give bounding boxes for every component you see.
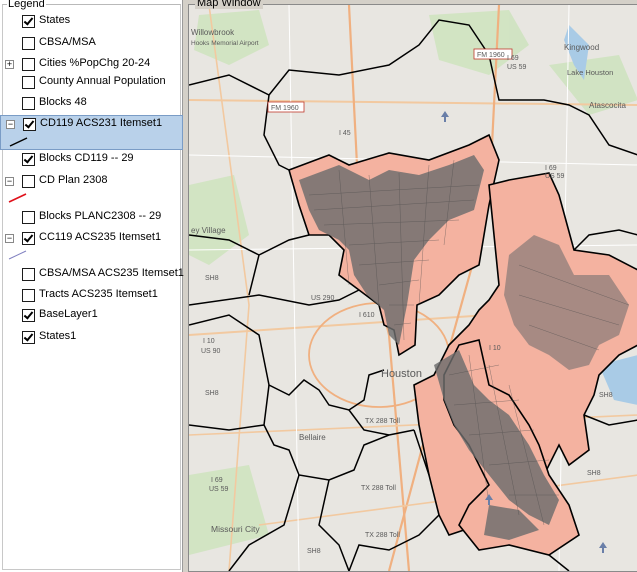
layer-checkbox[interactable] (22, 232, 35, 245)
layer-checkbox[interactable] (22, 76, 35, 89)
road-label-us59: US 59 (209, 486, 229, 493)
collapse-icon[interactable]: − (6, 120, 15, 129)
layer-row-cd-plan-2308[interactable]: − CD Plan 2308 (0, 173, 183, 207)
road-label-tx288: TX 288 Toll (365, 418, 400, 425)
layer-label: BaseLayer1 (39, 308, 98, 320)
layer-row-states[interactable]: States (0, 13, 183, 31)
road-label-us90: US 90 (201, 348, 221, 355)
airport-label: Hooks Memorial Airport (191, 40, 259, 47)
layer-label: CD119 ACS231 Itemset1 (40, 117, 163, 129)
place-label-bellaire: Bellaire (299, 433, 326, 442)
road-label-fm1960: FM 1960 (271, 105, 299, 112)
layer-label: CC119 ACS235 Itemset1 (39, 231, 162, 243)
layer-checkbox[interactable] (22, 211, 35, 224)
layer-row-cbsa-msa-acs235[interactable]: CBSA/MSA ACS235 Itemset1 (0, 266, 184, 284)
road-label-sh8: SH8 (205, 390, 219, 397)
line-swatch-icon (8, 250, 27, 260)
place-label-atascocita: Atascocita (589, 101, 626, 110)
layer-label: States1 (39, 330, 77, 342)
legend-title: Legend (7, 0, 46, 10)
layer-row-blocks-planc2308[interactable]: Blocks PLANC2308 -- 29 (0, 209, 183, 227)
layer-row-states1[interactable]: States1 (0, 329, 183, 347)
layer-label: CBSA/MSA ACS235 Itemset1 (39, 267, 184, 279)
layer-row-cities-popchg[interactable]: + Cities %PopChg 20-24 (0, 56, 183, 74)
line-swatch-icon (8, 193, 27, 203)
layer-row-baselayer1[interactable]: BaseLayer1 (0, 307, 183, 325)
layer-label: Blocks CD119 -- 29 (39, 152, 134, 164)
layer-checkbox[interactable] (22, 37, 35, 50)
layer-checkbox[interactable] (22, 58, 35, 71)
road-label-i69: I 69 (545, 165, 557, 172)
layer-checkbox[interactable] (23, 118, 36, 131)
expand-icon[interactable]: + (5, 60, 14, 69)
layer-row-cbsa-msa[interactable]: CBSA/MSA (0, 35, 183, 53)
layer-label: Tracts ACS235 Itemset1 (39, 288, 158, 300)
layer-row-county-population[interactable]: County Annual Population (0, 74, 183, 92)
layer-checkbox[interactable] (22, 175, 35, 188)
place-label-houston: Houston (381, 368, 422, 380)
map-window: Map Window Willowbrook Hooks Memorial Ai… (186, 0, 637, 572)
layer-row-blocks-48[interactable]: Blocks 48 (0, 95, 183, 113)
layer-label: CD Plan 2308 (39, 174, 108, 186)
place-label-missouri-city: Missouri City (211, 524, 260, 534)
layer-row-cd119-acs231[interactable]: − CD119 ACS231 Itemset1 (0, 115, 183, 150)
layer-checkbox[interactable] (22, 97, 35, 110)
road-label-us290: US 290 (311, 295, 334, 302)
place-label-village: ey Village (191, 226, 226, 235)
road-label-i45: I 45 (339, 130, 351, 137)
place-label-kingwood: Kingwood (564, 43, 599, 52)
road-label-fm1960: FM 1960 (477, 52, 505, 59)
road-label-i610: I 610 (359, 312, 375, 319)
road-label-sh8: SH8 (599, 392, 613, 399)
map-svg[interactable]: Willowbrook Hooks Memorial Airport Kingw… (189, 5, 637, 571)
road-label-us59: US 59 (507, 64, 527, 71)
map-window-title: Map Window (195, 0, 263, 9)
road-label-sh8: SH8 (307, 548, 321, 555)
layer-label: Blocks 48 (39, 96, 87, 108)
road-label-i69: I 69 (211, 477, 223, 484)
layer-label: States (39, 14, 71, 26)
road-label-us59: US 59 (545, 173, 565, 180)
layer-checkbox[interactable] (22, 268, 35, 281)
layer-checkbox[interactable] (22, 309, 35, 322)
layer-row-cc119-acs235[interactable]: − CC119 ACS235 Itemset1 (0, 230, 183, 264)
layer-row-tracts-acs235[interactable]: Tracts ACS235 Itemset1 (0, 287, 183, 305)
road-label-tx288: TX 288 Toll (365, 532, 400, 539)
layer-checkbox[interactable] (22, 289, 35, 302)
road-label-i10: I 10 (489, 345, 501, 352)
layer-checkbox[interactable] (22, 15, 35, 28)
place-label-lake-houston: Lake Houston (567, 68, 613, 77)
place-label-willowbrook: Willowbrook (191, 28, 235, 37)
road-label-tx288: TX 288 Toll (361, 485, 396, 492)
road-label-i10: I 10 (203, 338, 215, 345)
legend-panel: Legend States CBSA/MSA + Cities %PopChg … (0, 0, 184, 572)
layer-label: Cities %PopChg 20-24 (39, 57, 151, 69)
layer-label: CBSA/MSA (39, 36, 96, 48)
layer-label: Blocks PLANC2308 -- 29 (39, 210, 162, 222)
road-label-sh8: SH8 (205, 275, 219, 282)
line-swatch-icon (9, 137, 28, 147)
layer-checkbox[interactable] (22, 331, 35, 344)
road-label-i69: I 69 (507, 55, 519, 62)
collapse-icon[interactable]: − (5, 234, 14, 243)
layer-checkbox[interactable] (22, 153, 35, 166)
layer-label: County Annual Population (39, 75, 166, 87)
collapse-icon[interactable]: − (5, 177, 14, 186)
map-canvas[interactable]: Willowbrook Hooks Memorial Airport Kingw… (188, 4, 637, 572)
road-label-sh8: SH8 (587, 470, 601, 477)
layer-row-blocks-cd119[interactable]: Blocks CD119 -- 29 (0, 151, 183, 169)
